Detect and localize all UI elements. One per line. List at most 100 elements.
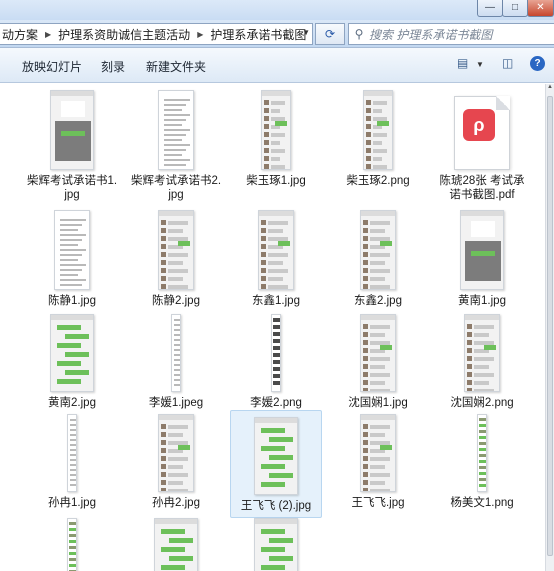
help-icon[interactable]: ?: [530, 56, 545, 71]
file-item[interactable]: 陈静1.jpg: [26, 206, 118, 308]
thumbnail-frame: [26, 410, 118, 492]
file-item[interactable]: [26, 514, 118, 571]
file-name-label: 杨美文1.png: [450, 497, 514, 509]
thumbnail-frame: [130, 410, 222, 492]
file-item[interactable]: 陈静2.jpg: [130, 206, 222, 308]
file-name-label: 王飞飞.jpg: [351, 497, 405, 509]
address-bar[interactable]: 动方案 ▶ 护理系资助诚信主题活动 ▶ 护理系承诺书截图 ▼: [0, 23, 313, 45]
thumbnail-frame: [26, 206, 118, 290]
thumbnail-frame: [230, 206, 322, 290]
thumbnail-frame: [332, 86, 424, 170]
file-item[interactable]: 黄南1.jpg: [436, 206, 528, 308]
file-item[interactable]: 柴玉琢2.png: [332, 86, 424, 188]
thumbnail-frame: [130, 310, 222, 392]
thumbnail-frame: [130, 514, 222, 571]
file-name-label: 李媛1.jpeg: [148, 397, 204, 409]
thumbnail-frame: [130, 86, 222, 170]
chevron-right-icon[interactable]: ▶: [192, 30, 208, 39]
minimize-button[interactable]: —: [477, 0, 503, 17]
file-name-label: 黄南2.jpg: [48, 397, 96, 409]
file-item[interactable]: 柴辉考试承诺书1.jpg: [26, 86, 118, 202]
file-thumbnail: [258, 210, 294, 290]
file-item[interactable]: 杨美文1.png: [436, 410, 528, 510]
file-thumbnail: [363, 90, 393, 170]
file-item[interactable]: 王飞飞 (2).jpg: [230, 410, 322, 518]
file-thumbnail: [360, 210, 396, 290]
breadcrumb-item[interactable]: 动方案: [0, 26, 40, 43]
window-titlebar: — □ ✕: [0, 0, 554, 20]
thumbnail-frame: [26, 86, 118, 170]
search-placeholder: 搜索 护理系承诺书截图: [369, 27, 493, 42]
new-folder-button[interactable]: 新建文件夹: [146, 58, 206, 75]
address-row: 动方案 ▶ 护理系资助诚信主题活动 ▶ 护理系承诺书截图 ▼ ⟳ ⚲ 搜索 护理…: [0, 20, 554, 48]
file-thumbnail: [254, 518, 298, 571]
file-thumbnail: [67, 414, 77, 492]
file-name-label: 陈静2.jpg: [152, 295, 200, 307]
burn-button[interactable]: 刻录: [101, 58, 125, 75]
file-item[interactable]: 孙冉1.jpg: [26, 410, 118, 510]
file-thumbnail: [50, 90, 94, 170]
thumbnail-frame: [436, 410, 528, 492]
file-item[interactable]: [130, 514, 222, 571]
file-thumbnail: [460, 210, 504, 290]
breadcrumb-item[interactable]: 护理系承诺书截图: [208, 26, 308, 43]
breadcrumb-item[interactable]: 护理系资助诚信主题活动: [56, 26, 192, 43]
chevron-down-icon[interactable]: ▼: [476, 60, 484, 69]
thumbnail-frame: [332, 410, 424, 492]
file-item[interactable]: 王飞飞.jpg: [332, 410, 424, 510]
chevron-right-icon[interactable]: ▶: [40, 30, 56, 39]
file-name-label: 沈国娴1.jpg: [348, 397, 408, 409]
thumbnail-frame: [332, 310, 424, 392]
refresh-button[interactable]: ⟳: [315, 23, 345, 45]
search-icon: ⚲: [354, 27, 364, 41]
pdf-file-icon: ρ: [454, 96, 510, 170]
file-thumbnail: [477, 414, 487, 492]
file-item[interactable]: 沈国娴1.jpg: [332, 310, 424, 410]
file-name-label: 孙冉2.jpg: [152, 497, 200, 509]
file-name-label: 陈琥28张 考试承诺书截图.pdf: [439, 175, 525, 201]
file-item[interactable]: 李媛1.jpeg: [130, 310, 222, 410]
file-name-label: 陈静1.jpg: [48, 295, 96, 307]
file-item[interactable]: [230, 514, 322, 571]
file-item[interactable]: 孙冉2.jpg: [130, 410, 222, 510]
view-options-icon[interactable]: ▤: [457, 56, 468, 70]
thumbnail-frame: [436, 310, 528, 392]
thumbnail-frame: [230, 86, 322, 170]
command-bar: 放映幻灯片 刻录 新建文件夹 ▤ ▼ ◫ ?: [0, 48, 554, 83]
thumbnail-frame: [230, 514, 322, 571]
chevron-down-icon[interactable]: ▼: [302, 28, 310, 37]
file-thumbnail: [158, 90, 194, 170]
file-name-label: 沈国娴2.png: [450, 397, 514, 409]
file-item[interactable]: 黄南2.jpg: [26, 310, 118, 410]
file-name-label: 黄南1.jpg: [458, 295, 506, 307]
file-item[interactable]: 柴辉考试承诺书2.jpg: [130, 86, 222, 202]
thumbnail-frame: [436, 206, 528, 290]
file-item[interactable]: 沈国娴2.png: [436, 310, 528, 410]
file-item[interactable]: 东鑫2.jpg: [332, 206, 424, 308]
file-item[interactable]: ρ 陈琥28张 考试承诺书截图.pdf: [436, 86, 528, 202]
file-thumbnail: [54, 210, 90, 290]
file-item[interactable]: 李媛2.png: [230, 310, 322, 410]
file-item[interactable]: 柴玉琢1.jpg: [230, 86, 322, 188]
file-thumbnail: [171, 314, 181, 392]
search-input[interactable]: ⚲ 搜索 护理系承诺书截图: [348, 23, 554, 45]
scroll-thumb[interactable]: [547, 96, 553, 556]
file-name-label: 柴辉考试承诺书1.jpg: [26, 175, 118, 201]
thumbnail-frame: [130, 206, 222, 290]
maximize-button[interactable]: □: [502, 0, 528, 17]
file-thumbnail: [154, 518, 198, 571]
close-button[interactable]: ✕: [527, 0, 554, 17]
file-thumbnail: [360, 314, 396, 392]
thumbnail-frame: [231, 413, 321, 495]
file-thumbnail: [360, 414, 396, 492]
slideshow-button[interactable]: 放映幻灯片: [22, 58, 82, 75]
vertical-scrollbar[interactable]: ▲: [545, 84, 554, 571]
preview-pane-icon[interactable]: ◫: [502, 56, 513, 70]
thumbnail-frame: [26, 514, 118, 571]
thumbnail-frame: ρ: [436, 86, 528, 170]
file-thumbnail: [254, 417, 298, 495]
file-name-label: 李媛2.png: [250, 397, 302, 409]
file-item[interactable]: 东鑫1.jpg: [230, 206, 322, 308]
scroll-up-icon[interactable]: ▲: [546, 84, 554, 93]
thumbnail-frame: [230, 310, 322, 392]
